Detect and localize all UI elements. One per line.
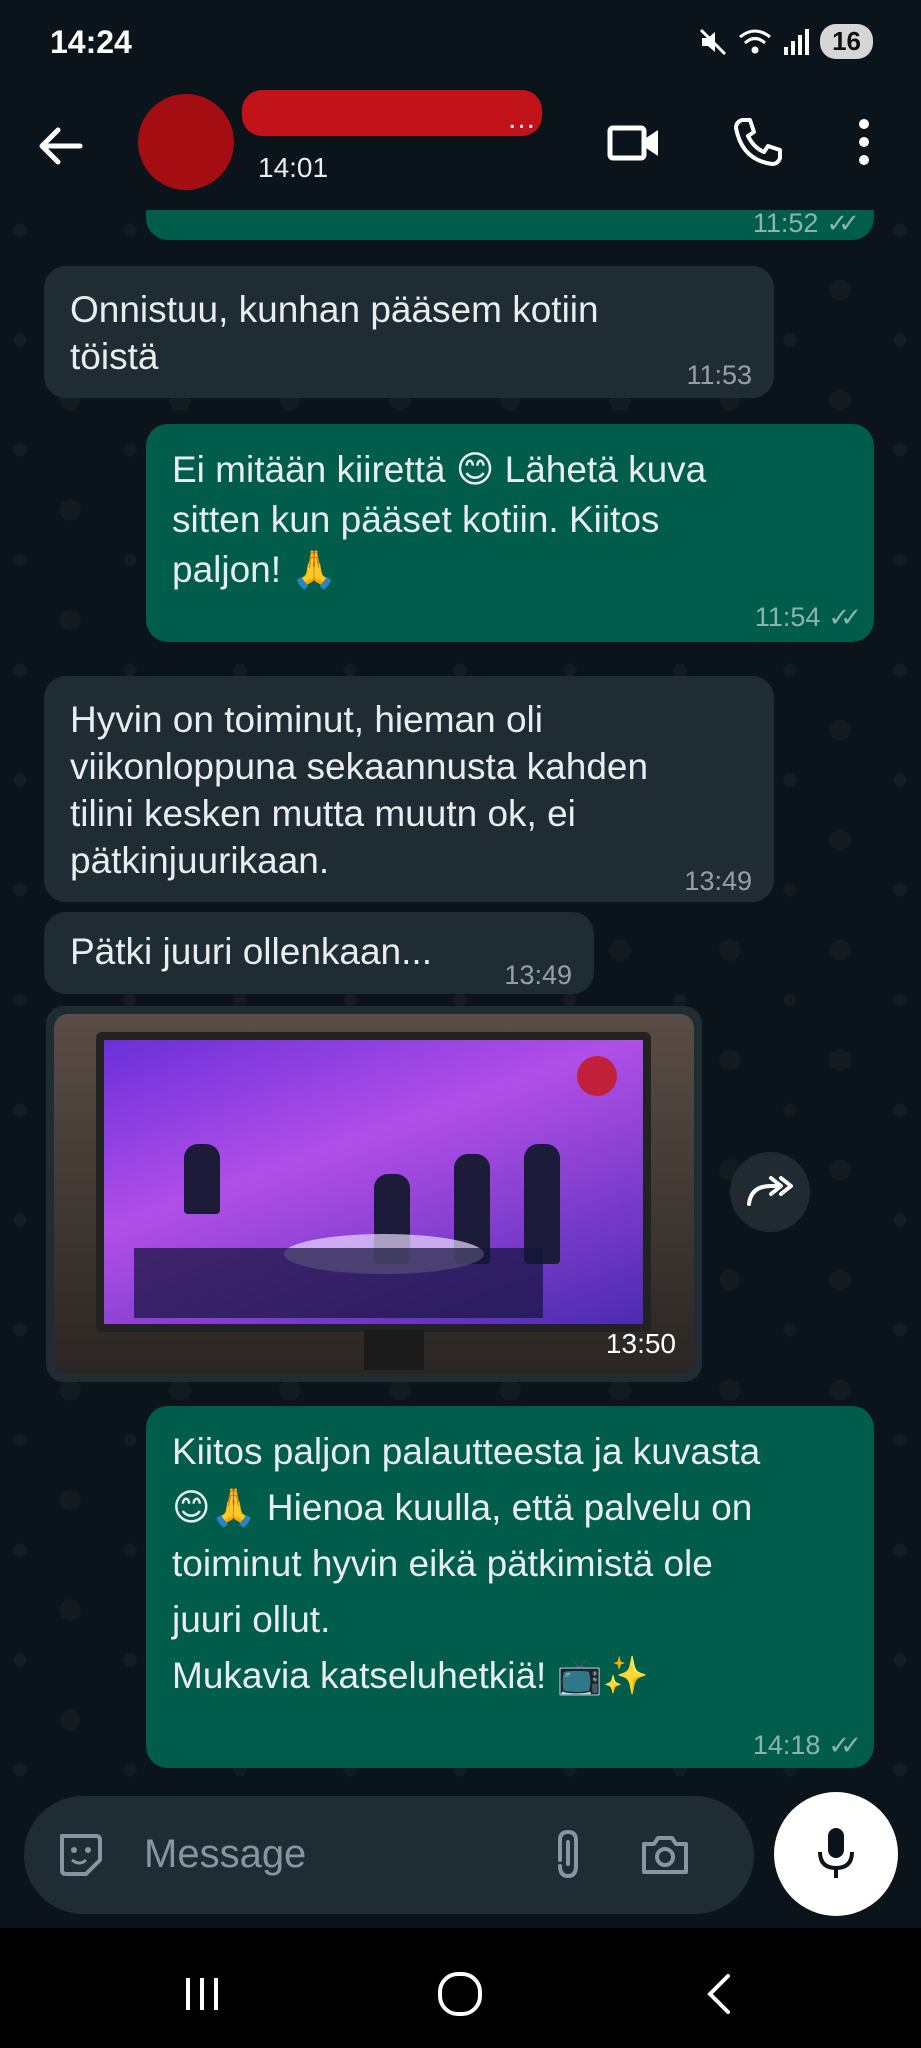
mic-icon [818, 1828, 854, 1878]
contact-name-tail[interactable]: ... [508, 102, 536, 136]
tv-screen [104, 1040, 643, 1324]
message-time: 13:49 [504, 960, 572, 990]
message-meta: 11:54 ✓✓ [754, 594, 862, 641]
message-text-line: Mukavia katseluhetkiä! 📺✨ [172, 1655, 649, 1696]
tv-set [96, 1032, 651, 1332]
message-bubble-outgoing[interactable]: 11:52 ✓✓ [146, 210, 874, 240]
message-bubble-outgoing[interactable]: Ei mitään kiirettä 😊 Lähetä kuva sitten … [146, 424, 874, 642]
message-time: 11:54 [754, 602, 821, 632]
message-text-line: pätkinjuurikaan. [70, 840, 330, 881]
message-bubble-outgoing[interactable]: Kiitos paljon palautteesta ja kuvasta 😊🙏… [146, 1406, 874, 1768]
chat-header: ... 14:01 [0, 90, 921, 210]
camera-icon[interactable] [636, 1826, 694, 1884]
message-time: 13:50 [605, 1328, 676, 1359]
more-vert-icon[interactable] [836, 112, 892, 172]
home-icon[interactable] [430, 1964, 490, 2024]
message-text: Pätki juuri ollenkaan... [70, 931, 432, 972]
message-text-line: Onnistuu, kunhan pääsem kotiin [70, 289, 599, 330]
message-meta: 11:52 ✓✓ [752, 210, 860, 247]
read-ticks-icon: ✓✓ [828, 602, 861, 632]
message-input[interactable] [144, 1832, 524, 1877]
mute-icon [700, 28, 727, 55]
forward-icon [747, 1176, 793, 1206]
wifi-icon [739, 29, 772, 53]
battery-indicator: 16 [820, 24, 873, 59]
attach-icon[interactable] [540, 1826, 598, 1884]
message-time: 14:18 [752, 1730, 821, 1760]
message-text-line: viikonloppuna sekaannusta kahden [70, 746, 649, 787]
message-text-line: juuri ollut. [172, 1599, 331, 1640]
status-bar: 14:24 16 [0, 0, 921, 90]
message-meta: 14:18 ✓✓ [752, 1722, 862, 1769]
message-text-line: 😊🙏 Hienoa kuulla, että palvelu on [172, 1487, 753, 1528]
contact-name-redacted[interactable] [242, 90, 542, 136]
image-message[interactable]: 13:50 [46, 1006, 702, 1382]
read-ticks-icon: ✓✓ [826, 210, 859, 238]
read-ticks-icon: ✓✓ [828, 1730, 861, 1760]
message-time: 11:52 [752, 210, 819, 238]
last-seen: 14:01 [258, 152, 329, 183]
message-text-line: Ei mitään kiirettä 😊 Lähetä kuva [172, 449, 707, 490]
message-text-line: paljon! 🙏 [172, 549, 338, 590]
signal-icon [784, 28, 810, 55]
back-arrow-icon[interactable] [36, 116, 86, 176]
message-bubble-incoming[interactable]: Hyvin on toiminut, hieman oli viikonlopp… [44, 676, 774, 902]
chat-area[interactable]: 11:52 ✓✓ Onnistuu, kunhan pääsem kotiin … [0, 210, 921, 1780]
message-text-line: tilini kesken mutta muutn ok, ei [70, 793, 576, 834]
message-input-bar[interactable] [24, 1796, 754, 1914]
back-icon[interactable] [690, 1964, 750, 2024]
video-call-icon[interactable] [604, 112, 664, 172]
status-icons: 16 [698, 24, 873, 59]
phone-icon[interactable] [728, 112, 788, 172]
tv-photo[interactable]: 13:50 [54, 1014, 694, 1374]
message-text-line: toiminut hyvin eikä pätkimistä ole [172, 1543, 713, 1584]
recents-icon[interactable] [172, 1964, 232, 2024]
mic-button[interactable] [774, 1792, 898, 1916]
message-text-line: sitten kun pääset kotiin. Kiitos [172, 499, 660, 540]
message-bubble-incoming[interactable]: Onnistuu, kunhan pääsem kotiin töistä 11… [44, 266, 774, 398]
tv-stand [364, 1330, 424, 1370]
message-bubble-incoming[interactable]: Pätki juuri ollenkaan... 13:49 [44, 912, 594, 994]
forward-button[interactable] [730, 1152, 810, 1232]
system-nav-bar [0, 1928, 921, 2048]
sticker-icon[interactable] [52, 1826, 110, 1884]
status-time: 14:24 [50, 24, 132, 60]
message-time: 13:49 [684, 866, 752, 896]
message-text-line: Hyvin on toiminut, hieman oli [70, 699, 543, 740]
message-text-line: töistä [70, 336, 159, 377]
avatar[interactable] [138, 94, 234, 190]
message-text-line: Kiitos paljon palautteesta ja kuvasta [172, 1431, 761, 1472]
channel-logo-icon [577, 1056, 617, 1096]
message-time: 11:53 [686, 360, 752, 390]
